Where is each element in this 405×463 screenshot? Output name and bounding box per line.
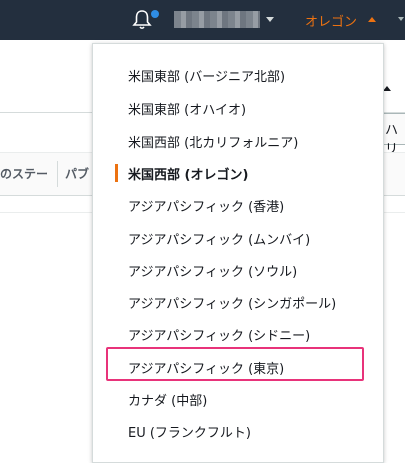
tokyo-highlight-box <box>106 347 364 381</box>
region-item-ap-south-1[interactable]: アジアパシフィック (ムンバイ) <box>128 229 310 248</box>
region-item-ap-southeast-2[interactable]: アジアパシフィック (シドニー) <box>128 325 310 344</box>
support-chevron-down-icon[interactable] <box>398 17 404 21</box>
region-dropdown-menu: 米国東部 (バージニア北部) 米国東部 (オハイオ) 米国西部 (北カリフォルニ… <box>92 43 384 463</box>
region-item-ap-east-1[interactable]: アジアパシフィック (香港) <box>128 196 284 215</box>
account-name-blurred[interactable] <box>174 11 260 28</box>
collapse-chevron-up-icon[interactable] <box>383 86 391 91</box>
table-column-public[interactable]: パブ <box>65 165 89 182</box>
region-item-ca-central-1[interactable]: カナダ (中部) <box>128 390 207 409</box>
region-item-eu-central-1[interactable]: EU (フランクフルト) <box>128 422 251 441</box>
region-selector-label[interactable]: オレゴン <box>305 11 357 30</box>
region-item-us-west-2[interactable]: 米国西部 (オレゴン) <box>128 164 248 183</box>
notification-badge <box>151 10 159 18</box>
region-chevron-up-icon[interactable] <box>368 17 376 22</box>
column-separator <box>57 161 58 187</box>
top-navigation-bar: オレゴン <box>0 0 405 40</box>
region-item-us-east-2[interactable]: 米国東部 (オハイオ) <box>128 99 246 118</box>
selected-indicator <box>115 164 118 182</box>
region-item-us-east-1[interactable]: 米国東部 (バージニア北部) <box>128 66 285 85</box>
region-item-ap-southeast-1[interactable]: アジアパシフィック (シンガポール) <box>128 293 336 312</box>
account-chevron-down-icon[interactable] <box>266 17 274 22</box>
region-item-ap-northeast-2[interactable]: アジアパシフィック (ソウル) <box>128 261 297 280</box>
table-column-status[interactable]: のステー <box>0 165 48 182</box>
region-item-us-west-1[interactable]: 米国西部 (北カリフォルニア) <box>128 132 298 151</box>
